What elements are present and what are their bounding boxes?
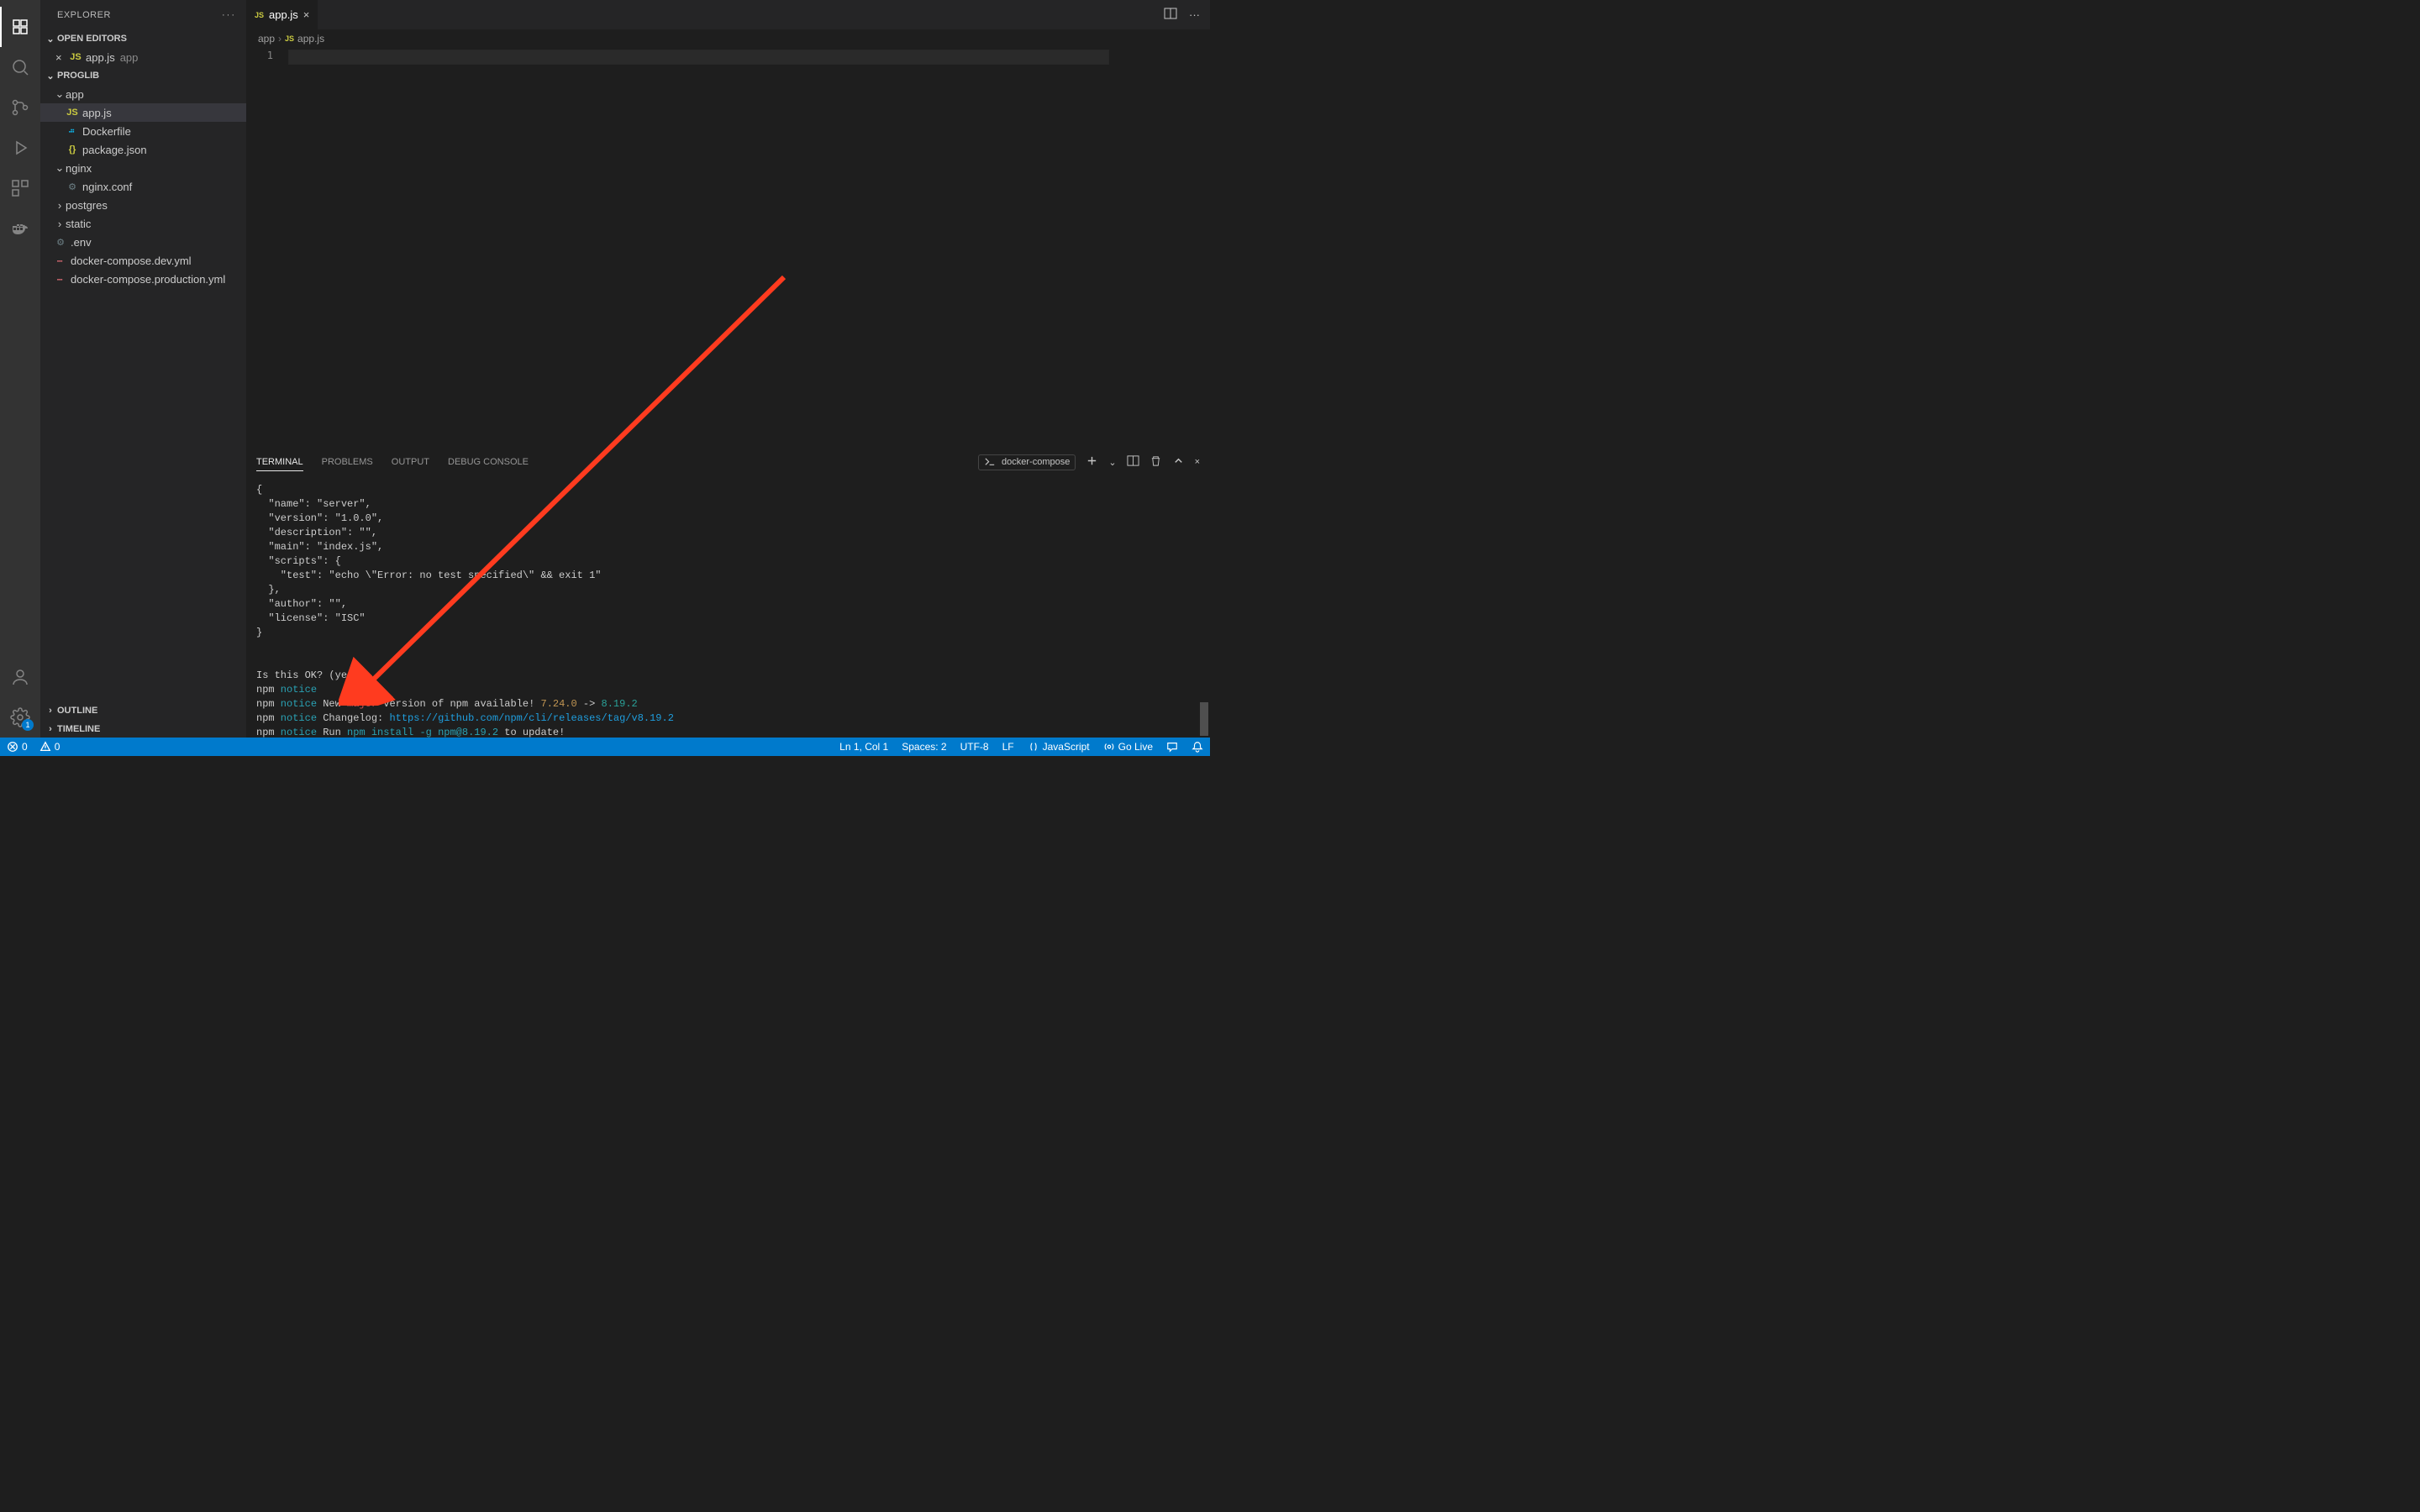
chevron-right-icon: ›: [54, 199, 66, 212]
file-dockerfile[interactable]: Dockerfile: [40, 122, 246, 140]
tab-app-js[interactable]: JS app.js ×: [246, 0, 318, 29]
terminal-process[interactable]: docker-compose: [978, 454, 1076, 470]
sidebar-title: EXPLORER: [57, 10, 111, 20]
chevron-down-icon: ⌄: [44, 71, 57, 81]
file-compose-dev[interactable]: docker-compose.dev.yml: [40, 251, 246, 270]
settings-badge: 1: [22, 719, 34, 731]
status-cursor[interactable]: Ln 1, Col 1: [839, 741, 888, 753]
status-golive[interactable]: Go Live: [1103, 741, 1153, 753]
folder-app[interactable]: ⌄ app: [40, 85, 246, 103]
chevron-down-icon: ⌄: [44, 34, 57, 45]
file-env[interactable]: ⚙ .env: [40, 233, 246, 251]
new-terminal-icon[interactable]: [1086, 454, 1098, 470]
env-file-icon: ⚙: [54, 237, 67, 248]
account-icon[interactable]: [0, 657, 40, 697]
terminal-output[interactable]: { "name": "server", "version": "1.0.0", …: [246, 476, 1210, 738]
status-warnings[interactable]: 0: [39, 741, 60, 753]
terminal-dropdown-icon[interactable]: ⌄: [1108, 457, 1116, 468]
project-section[interactable]: ⌄ PROGLIB: [40, 66, 246, 85]
js-file-icon: JS: [66, 108, 79, 118]
timeline-section[interactable]: › TIMELINE: [40, 719, 246, 738]
source-control-icon[interactable]: [0, 87, 40, 128]
folder-postgres[interactable]: › postgres: [40, 196, 246, 214]
status-bar: 0 0 Ln 1, Col 1 Spaces: 2 UTF-8 LF JavaS…: [0, 738, 1210, 756]
tab-bar: JS app.js × ···: [246, 0, 1210, 29]
scrollbar-thumb[interactable]: [1200, 702, 1208, 736]
editor-body[interactable]: 1: [246, 48, 1210, 448]
settings-icon[interactable]: 1: [0, 697, 40, 738]
open-editors-section[interactable]: ⌄ OPEN EDITORS: [40, 29, 246, 48]
panel: TERMINAL PROBLEMS OUTPUT DEBUG CONSOLE d…: [246, 448, 1210, 738]
status-eol[interactable]: LF: [1002, 741, 1014, 753]
js-file-icon: JS: [255, 11, 264, 19]
editor-area: JS app.js × ··· app › JS app.js 1: [246, 0, 1210, 738]
tab-more-icon[interactable]: ···: [1189, 8, 1200, 21]
status-spaces[interactable]: Spaces: 2: [902, 741, 946, 753]
config-file-icon: ⚙: [66, 181, 79, 192]
close-tab-icon[interactable]: ×: [303, 8, 310, 21]
file-app-js[interactable]: JS app.js: [40, 103, 246, 122]
compose-file-icon: [54, 255, 67, 266]
panel-tab-output[interactable]: OUTPUT: [392, 454, 429, 470]
open-editor-item[interactable]: × JS app.js app: [40, 48, 246, 66]
outline-section[interactable]: › OUTLINE: [40, 701, 246, 719]
current-line-highlight: [288, 50, 1109, 65]
explorer-icon[interactable]: [0, 7, 40, 47]
split-editor-icon[interactable]: [1164, 7, 1177, 23]
sidebar: EXPLORER ··· ⌄ OPEN EDITORS × JS app.js …: [40, 0, 246, 738]
open-editor-label: app.js: [86, 51, 115, 64]
file-nginx-conf[interactable]: ⚙ nginx.conf: [40, 177, 246, 196]
panel-tab-problems[interactable]: PROBLEMS: [322, 454, 373, 470]
js-file-icon: JS: [285, 34, 294, 43]
close-icon[interactable]: ×: [55, 51, 69, 64]
sidebar-more-icon[interactable]: ···: [222, 10, 236, 20]
line-gutter: 1: [246, 48, 288, 448]
folder-static[interactable]: › static: [40, 214, 246, 233]
split-terminal-icon[interactable]: [1127, 454, 1139, 470]
folder-nginx[interactable]: ⌄ nginx: [40, 159, 246, 177]
file-compose-prod[interactable]: docker-compose.production.yml: [40, 270, 246, 288]
chevron-right-icon: ›: [278, 33, 281, 45]
terminal-scrollbar[interactable]: [1200, 476, 1208, 738]
panel-tab-debug[interactable]: DEBUG CONSOLE: [448, 454, 529, 470]
open-editor-desc: app: [120, 51, 139, 64]
docker-icon[interactable]: [0, 208, 40, 249]
status-encoding[interactable]: UTF-8: [960, 741, 989, 753]
status-errors[interactable]: 0: [7, 741, 28, 753]
panel-tab-terminal[interactable]: TERMINAL: [256, 454, 303, 471]
chevron-right-icon: ›: [54, 218, 66, 230]
close-panel-icon[interactable]: ×: [1195, 457, 1200, 467]
json-file-icon: {}: [66, 144, 79, 155]
chevron-right-icon: ›: [44, 724, 57, 734]
chevron-right-icon: ›: [44, 706, 57, 716]
activity-bar: 1: [0, 0, 40, 738]
tab-label: app.js: [269, 8, 298, 21]
maximize-panel-icon[interactable]: [1172, 454, 1185, 470]
debug-icon[interactable]: [0, 128, 40, 168]
kill-terminal-icon[interactable]: [1150, 454, 1162, 470]
docker-file-icon: [66, 126, 79, 137]
compose-file-icon: [54, 274, 67, 285]
chevron-down-icon: ⌄: [54, 87, 66, 101]
status-feedback-icon[interactable]: [1166, 741, 1178, 753]
status-language[interactable]: JavaScript: [1028, 741, 1090, 753]
status-bell-icon[interactable]: [1192, 741, 1203, 753]
search-icon[interactable]: [0, 47, 40, 87]
js-file-icon: JS: [69, 52, 82, 62]
chevron-down-icon: ⌄: [54, 161, 66, 175]
extensions-icon[interactable]: [0, 168, 40, 208]
breadcrumb[interactable]: app › JS app.js: [246, 29, 1210, 48]
file-package-json[interactable]: {} package.json: [40, 140, 246, 159]
